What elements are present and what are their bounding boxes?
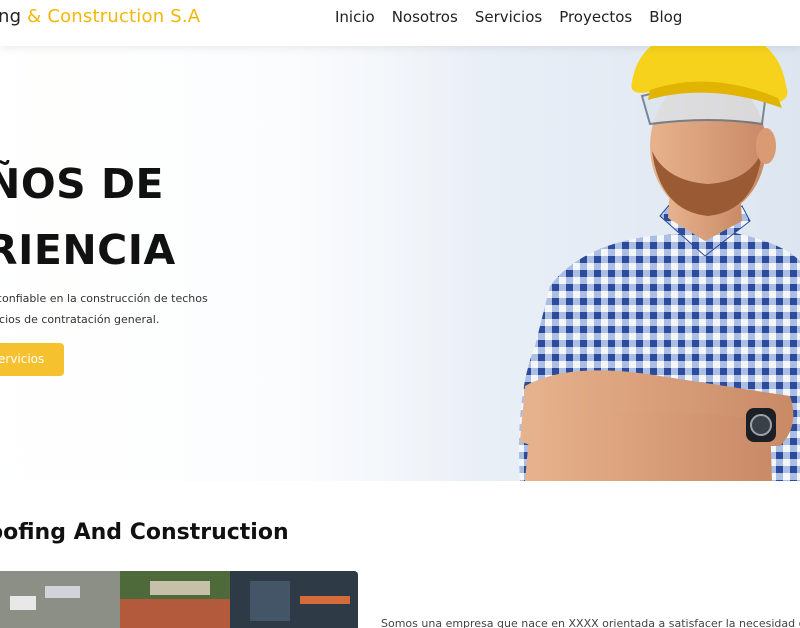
hero-heading-line2: RIENCIA — [0, 226, 176, 274]
section-title: oofing And Construction — [0, 520, 289, 545]
nav-nosotros[interactable]: Nosotros — [392, 8, 458, 26]
logo-text-accent: & Construction S.A — [21, 6, 201, 27]
nav-proyectos[interactable]: Proyectos — [559, 8, 632, 26]
site-header: ng & Construction S.A Inicio Nosotros Se… — [0, 0, 800, 46]
hero-paragraph-line1: confiable en la construcción de techos — [0, 292, 208, 305]
main-nav: Inicio Nosotros Servicios Proyectos Blog — [335, 8, 682, 26]
nav-servicios[interactable]: Servicios — [475, 8, 542, 26]
hero-section: ÑOS DE RIENCIA confiable en la construcc… — [0, 46, 800, 481]
nav-inicio[interactable]: Inicio — [335, 8, 375, 26]
about-text: Somos una empresa que nace en XXXX orien… — [381, 617, 800, 628]
nav-blog[interactable]: Blog — [649, 8, 682, 26]
construction-worker-image — [519, 46, 800, 481]
aerial-construction-image — [0, 571, 358, 628]
services-button[interactable]: ervicios — [0, 343, 64, 376]
logo-text-dark: ng — [0, 6, 22, 27]
hero-heading-line1: ÑOS DE — [0, 160, 165, 208]
hero-paragraph-line2: icios de contratación general. — [0, 313, 160, 326]
site-logo[interactable]: ng & Construction S.A — [0, 6, 200, 27]
